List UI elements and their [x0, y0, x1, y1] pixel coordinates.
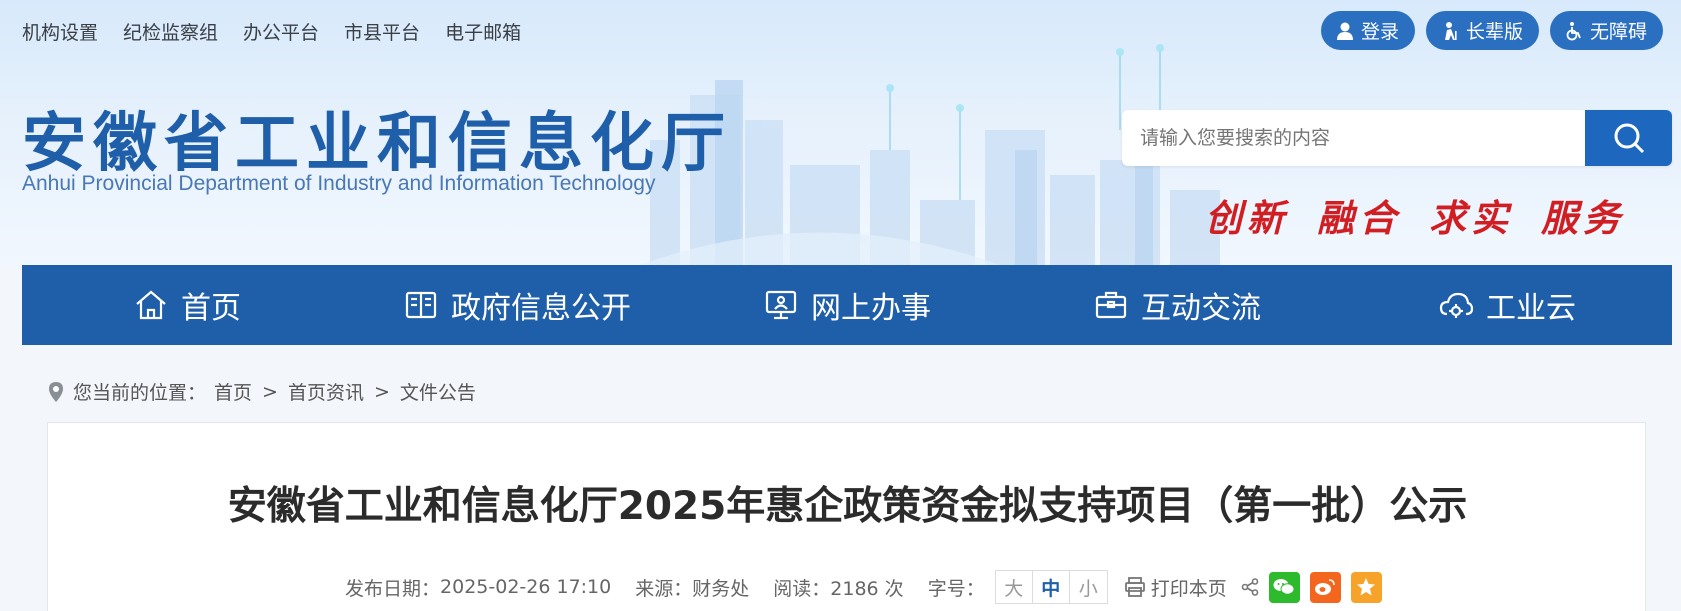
- site-title: 安徽省工业和信息化厅: [22, 106, 732, 181]
- article-title: 安徽省工业和信息化厅2025年惠企政策资金拟支持项目（第一批）公示: [227, 484, 1468, 529]
- print-label: 打印本页: [1150, 577, 1227, 600]
- header-banner: 机构设置 纪检监察组 办公平台 市县平台 电子邮箱 登录 长辈版 无障碍 安徽省…: [0, 0, 1681, 265]
- book-icon: [405, 291, 437, 319]
- top-link-discipline[interactable]: 纪检监察组: [123, 18, 218, 45]
- accessibility-button[interactable]: 无障碍: [1549, 11, 1663, 50]
- accessibility-label: 无障碍: [1589, 21, 1647, 43]
- slogan-word: 求实: [1429, 196, 1513, 240]
- top-link-email[interactable]: 电子邮箱: [445, 18, 521, 45]
- print-button[interactable]: 打印本页: [1124, 574, 1227, 601]
- favorite-button[interactable]: [1350, 571, 1382, 603]
- breadcrumb-announcements[interactable]: 文件公告: [400, 378, 476, 405]
- account-pills: 登录 长辈版 无障碍: [1320, 11, 1663, 50]
- search-bar: [1122, 110, 1672, 166]
- location-pin-icon: [49, 381, 63, 402]
- fontsize-switcher: 大 中 小: [994, 570, 1108, 604]
- wechat-share-button[interactable]: [1268, 571, 1300, 603]
- date-label: 发布日期：: [345, 577, 441, 600]
- breadcrumb: 您当前的位置： 首页 > 首页资讯 > 文件公告: [47, 378, 476, 405]
- breadcrumb-separator: >: [373, 380, 390, 403]
- wechat-icon: [1273, 579, 1295, 595]
- share-icon[interactable]: [1241, 578, 1259, 596]
- fontsize-label: 字号：: [927, 577, 985, 600]
- nav-home-label: 首页: [181, 291, 241, 326]
- top-link-city-county[interactable]: 市县平台: [344, 18, 420, 45]
- nav-industry-cloud-label: 工业云: [1486, 291, 1576, 326]
- cloud-icon: [1439, 292, 1474, 318]
- login-button[interactable]: 登录: [1320, 11, 1415, 50]
- reads-label: 阅读：: [773, 577, 831, 600]
- article-card: 安徽省工业和信息化厅2025年惠企政策资金拟支持项目（第一批）公示 发布日期： …: [47, 422, 1646, 611]
- breadcrumb-home[interactable]: 首页: [214, 378, 252, 405]
- breadcrumb-news[interactable]: 首页资讯: [288, 378, 364, 405]
- weibo-icon: [1315, 579, 1336, 595]
- weibo-share-button[interactable]: [1309, 571, 1341, 603]
- site-subtitle: Anhui Provincial Department of Industry …: [22, 172, 656, 195]
- slogan-word: 服务: [1541, 196, 1625, 240]
- nav-industry-cloud[interactable]: 工业云: [1342, 265, 1672, 345]
- nav-online-service[interactable]: 网上办事: [682, 265, 1012, 345]
- elderly-icon: [1444, 21, 1457, 40]
- nav-interaction[interactable]: 互动交流: [1012, 265, 1342, 345]
- nav-interaction-label: 互动交流: [1141, 291, 1261, 326]
- star-icon: [1357, 578, 1376, 596]
- printer-icon: [1124, 577, 1145, 597]
- top-link-org[interactable]: 机构设置: [22, 18, 98, 45]
- slogan: 创新 融合 求实 服务: [1205, 188, 1625, 242]
- login-label: 登录: [1360, 21, 1399, 43]
- main-nav: 首页 政府信息公开 网上办事 互动交流 工业云: [22, 265, 1672, 345]
- share-group: [1241, 571, 1382, 603]
- reads-count: 2186 次: [830, 577, 904, 600]
- nav-gov-info-label: 政府信息公开: [451, 291, 631, 326]
- breadcrumb-separator: >: [262, 380, 278, 403]
- slogan-word: 融合: [1317, 196, 1401, 240]
- nav-gov-info[interactable]: 政府信息公开: [352, 265, 682, 345]
- search-icon: [1614, 123, 1644, 154]
- wheelchair-icon: [1566, 21, 1581, 40]
- publish-date: 2025-02-26 17:10: [440, 576, 612, 598]
- top-links: 机构设置 纪检监察组 办公平台 市县平台 电子邮箱: [22, 18, 521, 45]
- elderly-mode-button[interactable]: 长辈版: [1425, 11, 1539, 50]
- search-button[interactable]: [1585, 110, 1672, 166]
- nav-home[interactable]: 首页: [22, 265, 352, 345]
- briefcase-icon: [1095, 291, 1127, 319]
- fontsize-large[interactable]: 大: [996, 571, 1033, 603]
- nav-online-service-label: 网上办事: [811, 291, 931, 326]
- monitor-icon: [765, 290, 797, 320]
- elderly-mode-label: 长辈版: [1465, 21, 1523, 43]
- fontsize-small[interactable]: 小: [1070, 571, 1107, 603]
- user-icon: [1336, 22, 1353, 40]
- search-input[interactable]: [1122, 110, 1585, 166]
- home-icon: [136, 290, 166, 320]
- top-link-office[interactable]: 办公平台: [243, 18, 319, 45]
- breadcrumb-label: 您当前的位置：: [73, 382, 207, 404]
- source-value: 财务处: [692, 577, 750, 600]
- source-label: 来源：: [635, 577, 693, 600]
- fontsize-medium[interactable]: 中: [1033, 571, 1070, 603]
- slogan-word: 创新: [1205, 196, 1289, 240]
- article-meta: 发布日期： 2025-02-26 17:10 来源： 财务处 阅读： 2186 …: [345, 570, 1382, 604]
